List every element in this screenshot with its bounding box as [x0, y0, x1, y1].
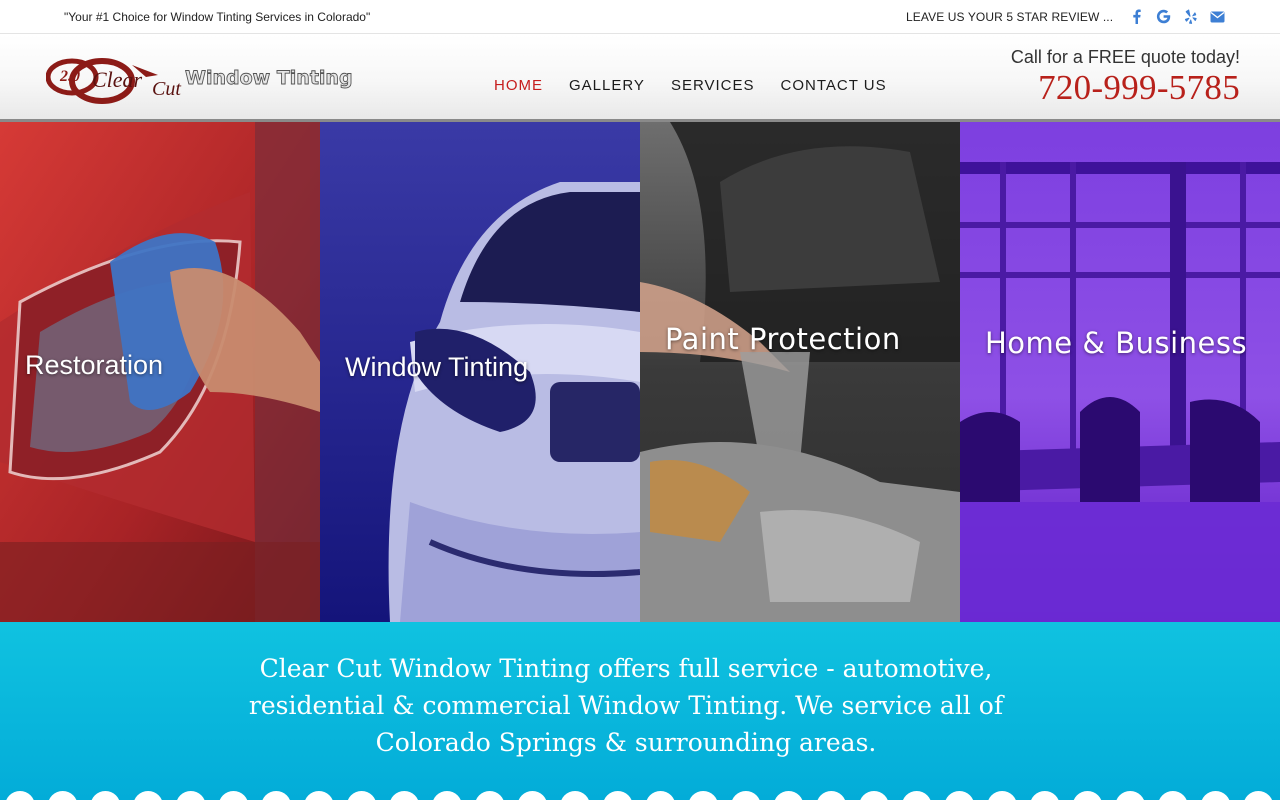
- svg-text:Cut: Cut: [152, 78, 181, 100]
- panel-label-restoration: Restoration: [25, 350, 164, 380]
- scallop: [945, 791, 974, 800]
- svg-text:2.0: 2.0: [59, 68, 80, 85]
- home-business-image: [960, 122, 1280, 622]
- service-panels: Restoration Window Tinting Paint Protect…: [0, 122, 1280, 622]
- intro-text: Clear Cut Window Tinting offers full ser…: [248, 654, 1004, 757]
- panel-label-home-business: Home & Business: [985, 326, 1248, 360]
- site-header: 2.0 Clear Cut Window Tinting HOME GALLER…: [0, 35, 1280, 119]
- scallop: [561, 791, 589, 800]
- scallop: [177, 791, 205, 800]
- top-bar: "Your #1 Choice for Window Tinting Servi…: [0, 0, 1280, 34]
- scallop: [689, 791, 717, 800]
- phone-number-link[interactable]: 720-999-5785: [1038, 68, 1240, 108]
- scallop: [902, 791, 931, 800]
- nav-contact-us[interactable]: CONTACT US: [781, 77, 887, 94]
- scallop: [988, 791, 1016, 800]
- nav-home[interactable]: HOME: [494, 77, 543, 94]
- scallop: [305, 791, 333, 800]
- svg-text:Clear: Clear: [92, 67, 143, 92]
- scallop: [1073, 791, 1102, 800]
- scallop: [219, 791, 248, 800]
- scallop: [1116, 791, 1144, 800]
- main-nav: HOME GALLERY SERVICES CONTACT US: [494, 77, 913, 94]
- scallop: [6, 791, 34, 800]
- paint-protection-image: [640, 122, 960, 622]
- scallop: [732, 791, 760, 800]
- panel-label-paint-protection: Paint Protection: [665, 322, 901, 356]
- panel-restoration[interactable]: Restoration: [0, 122, 320, 622]
- svg-text:Window Tinting: Window Tinting: [185, 67, 353, 89]
- scallop: [860, 791, 888, 800]
- tagline: "Your #1 Choice for Window Tinting Servi…: [64, 10, 371, 24]
- nav-gallery[interactable]: GALLERY: [569, 77, 645, 94]
- scallop: [518, 791, 547, 800]
- scallop: [1159, 791, 1187, 800]
- intro-section: Clear Cut Window Tinting offers full ser…: [0, 622, 1280, 800]
- yelp-icon[interactable]: [1182, 8, 1199, 25]
- call-to-action-text: Call for a FREE quote today!: [1010, 47, 1240, 67]
- scallop: [433, 791, 461, 800]
- scallop: [91, 791, 120, 800]
- scallop: [347, 791, 376, 800]
- scallop: [48, 791, 77, 800]
- panel-label-window-tinting: Window Tinting: [345, 352, 529, 382]
- panel-window-tinting[interactable]: Window Tinting: [320, 122, 640, 622]
- scallop: [262, 791, 290, 800]
- facebook-icon[interactable]: [1128, 8, 1145, 25]
- scallop: [134, 791, 162, 800]
- scallop-border: [6, 791, 1273, 800]
- scallop: [604, 791, 632, 800]
- site-logo[interactable]: 2.0 Clear Cut Window Tinting: [45, 57, 366, 105]
- scallop: [475, 791, 504, 800]
- scallop: [817, 791, 846, 800]
- google-icon[interactable]: [1155, 8, 1172, 25]
- panel-home-business[interactable]: Home & Business: [960, 122, 1280, 622]
- scallop: [1244, 791, 1273, 800]
- panel-paint-protection[interactable]: Paint Protection: [640, 122, 960, 622]
- email-icon[interactable]: [1209, 8, 1226, 25]
- social-links: [1128, 8, 1226, 25]
- scallop: [774, 791, 803, 800]
- scallop: [646, 791, 675, 800]
- scallop: [1031, 791, 1059, 800]
- nav-services[interactable]: SERVICES: [671, 77, 755, 94]
- scallop: [1201, 791, 1230, 800]
- scallop: [390, 791, 419, 800]
- review-link[interactable]: LEAVE US YOUR 5 STAR REVIEW ...: [906, 10, 1113, 24]
